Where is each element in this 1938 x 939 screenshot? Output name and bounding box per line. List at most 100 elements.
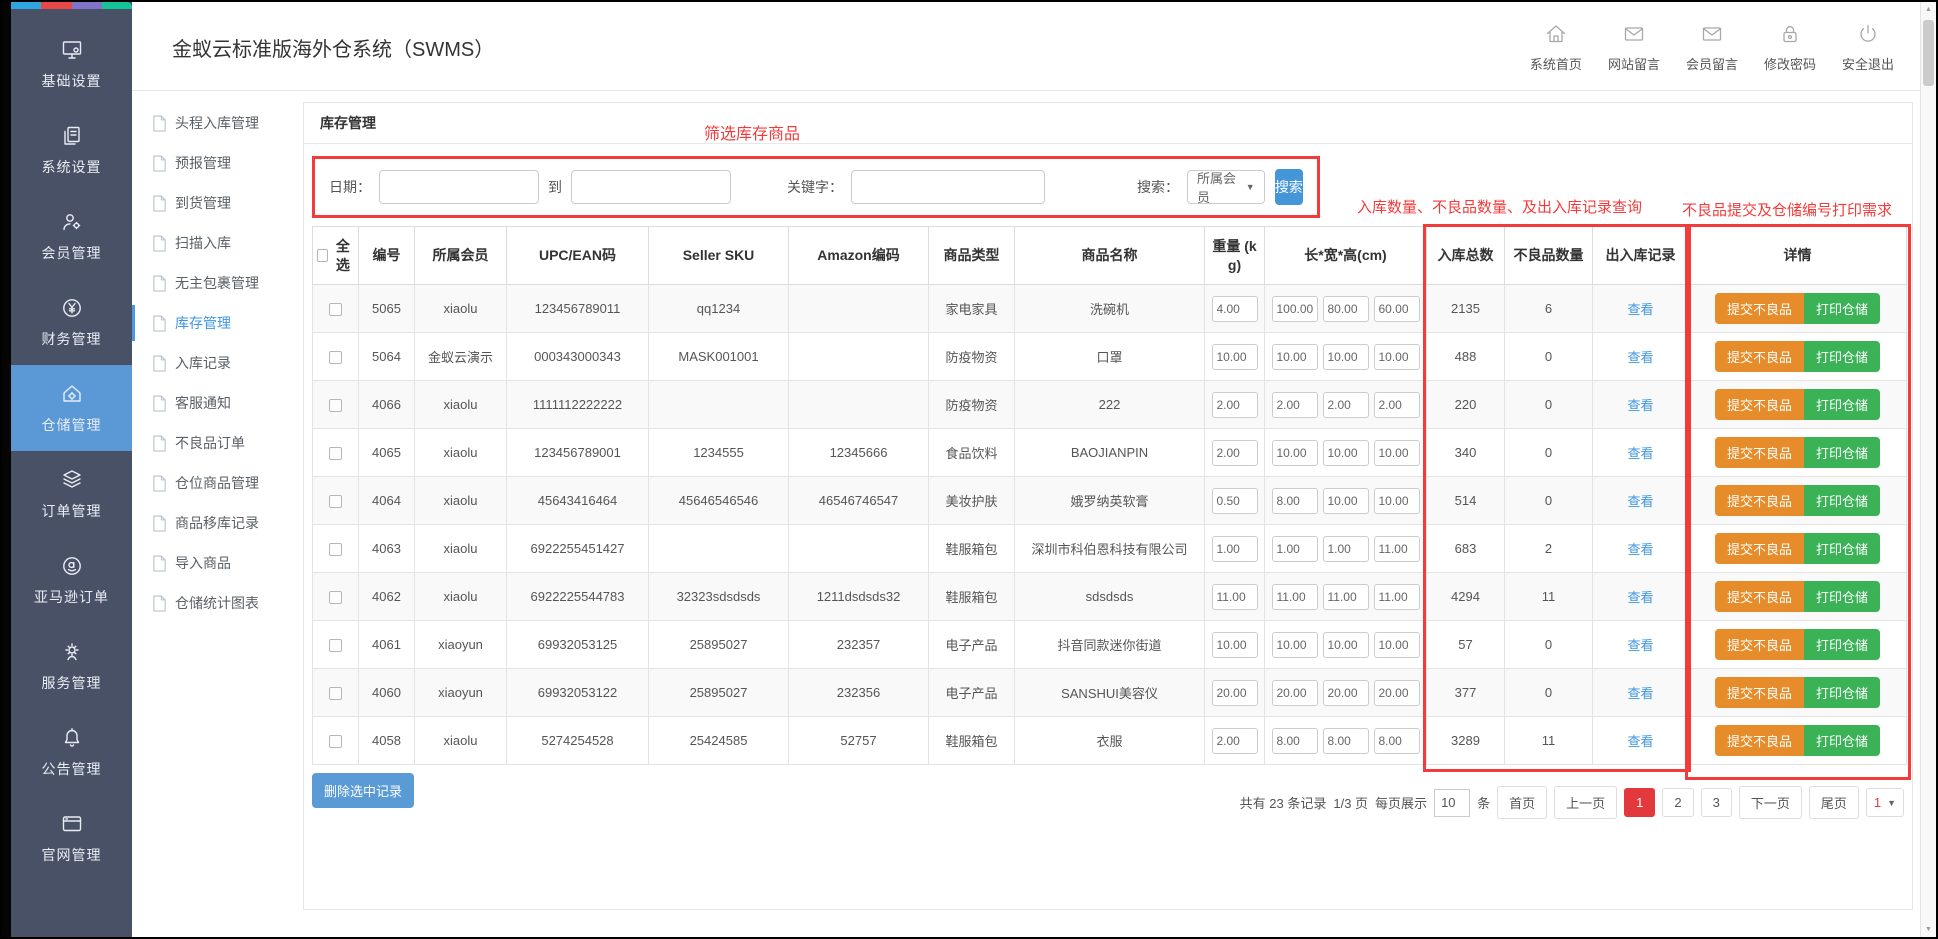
submenu-item-unclaimed-packages[interactable]: 无主包裹管理	[132, 263, 295, 303]
search-button[interactable]: 搜索	[1275, 169, 1303, 205]
first-page-button[interactable]: 首页	[1497, 786, 1547, 819]
width-input[interactable]	[1323, 584, 1369, 610]
view-record-link[interactable]: 查看	[1627, 446, 1653, 461]
length-input[interactable]	[1272, 680, 1318, 706]
row-checkbox[interactable]	[329, 591, 342, 604]
sidebar-item-amazon-orders[interactable]: 亚马逊订单	[11, 537, 132, 623]
view-record-link[interactable]: 查看	[1627, 398, 1653, 413]
submit-defective-button[interactable]: 提交不良品	[1715, 581, 1804, 612]
sidebar-item-system-settings[interactable]: 系统设置	[11, 107, 132, 193]
length-input[interactable]	[1272, 536, 1318, 562]
header-link-logout[interactable]: 安全退出	[1842, 22, 1894, 73]
weight-input[interactable]	[1212, 296, 1258, 322]
height-input[interactable]	[1374, 680, 1420, 706]
submit-defective-button[interactable]: 提交不良品	[1715, 437, 1804, 468]
submenu-item-import-products[interactable]: 导入商品	[132, 543, 295, 583]
scroll-down-arrow[interactable]: ▼	[1921, 926, 1936, 933]
submit-defective-button[interactable]: 提交不良品	[1715, 341, 1804, 372]
delete-selected-button[interactable]: 删除选中记录	[312, 773, 414, 808]
submit-defective-button[interactable]: 提交不良品	[1715, 725, 1804, 756]
date-to-input[interactable]	[571, 170, 731, 204]
view-record-link[interactable]: 查看	[1627, 542, 1653, 557]
view-record-link[interactable]: 查看	[1627, 590, 1653, 605]
height-input[interactable]	[1374, 584, 1420, 610]
header-link-change-password[interactable]: 修改密码	[1764, 22, 1816, 73]
width-input[interactable]	[1323, 536, 1369, 562]
width-input[interactable]	[1323, 488, 1369, 514]
page-button-2[interactable]: 2	[1662, 788, 1693, 817]
last-page-button[interactable]: 尾页	[1809, 786, 1859, 819]
submenu-item-first-leg-inbound[interactable]: 头程入库管理	[132, 103, 295, 143]
sidebar-item-basic-settings[interactable]: 基础设置	[11, 21, 132, 107]
per-page-input[interactable]	[1434, 789, 1470, 817]
view-record-link[interactable]: 查看	[1627, 350, 1653, 365]
submenu-item-forecast[interactable]: 预报管理	[132, 143, 295, 183]
submit-defective-button[interactable]: 提交不良品	[1715, 485, 1804, 516]
print-storage-button[interactable]: 打印仓储	[1804, 341, 1880, 372]
weight-input[interactable]	[1212, 536, 1258, 562]
height-input[interactable]	[1374, 344, 1420, 370]
submit-defective-button[interactable]: 提交不良品	[1715, 533, 1804, 564]
row-checkbox[interactable]	[329, 543, 342, 556]
submenu-item-inventory[interactable]: 库存管理	[132, 303, 295, 343]
weight-input[interactable]	[1212, 488, 1258, 514]
width-input[interactable]	[1323, 440, 1369, 466]
submenu-item-scan-inbound[interactable]: 扫描入库	[132, 223, 295, 263]
print-storage-button[interactable]: 打印仓储	[1804, 725, 1880, 756]
print-storage-button[interactable]: 打印仓储	[1804, 629, 1880, 660]
width-input[interactable]	[1323, 344, 1369, 370]
width-input[interactable]	[1323, 296, 1369, 322]
width-input[interactable]	[1323, 632, 1369, 658]
sidebar-item-finance-management[interactable]: 财务管理	[11, 279, 132, 365]
sidebar-item-member-management[interactable]: 会员管理	[11, 193, 132, 279]
height-input[interactable]	[1374, 488, 1420, 514]
height-input[interactable]	[1374, 440, 1420, 466]
view-record-link[interactable]: 查看	[1627, 494, 1653, 509]
length-input[interactable]	[1272, 344, 1318, 370]
print-storage-button[interactable]: 打印仓储	[1804, 533, 1880, 564]
submit-defective-button[interactable]: 提交不良品	[1715, 629, 1804, 660]
submit-defective-button[interactable]: 提交不良品	[1715, 293, 1804, 324]
row-checkbox[interactable]	[329, 687, 342, 700]
page-jump-select[interactable]: 1 ▼	[1866, 788, 1904, 817]
submenu-item-storage-charts[interactable]: 仓储统计图表	[132, 583, 295, 623]
sidebar-item-website-management[interactable]: 官网管理	[11, 795, 132, 881]
width-input[interactable]	[1323, 392, 1369, 418]
view-record-link[interactable]: 查看	[1627, 734, 1653, 749]
height-input[interactable]	[1374, 392, 1420, 418]
row-checkbox[interactable]	[329, 351, 342, 364]
prev-page-button[interactable]: 上一页	[1554, 786, 1617, 819]
height-input[interactable]	[1374, 728, 1420, 754]
view-record-link[interactable]: 查看	[1627, 686, 1653, 701]
view-record-link[interactable]: 查看	[1627, 302, 1653, 317]
row-checkbox[interactable]	[329, 735, 342, 748]
weight-input[interactable]	[1212, 344, 1258, 370]
print-storage-button[interactable]: 打印仓储	[1804, 677, 1880, 708]
width-input[interactable]	[1323, 680, 1369, 706]
row-checkbox[interactable]	[329, 303, 342, 316]
submit-defective-button[interactable]: 提交不良品	[1715, 389, 1804, 420]
height-input[interactable]	[1374, 632, 1420, 658]
next-page-button[interactable]: 下一页	[1739, 786, 1802, 819]
submenu-item-defective-orders[interactable]: 不良品订单	[132, 423, 295, 463]
height-input[interactable]	[1374, 296, 1420, 322]
page-button-1[interactable]: 1	[1624, 788, 1655, 817]
date-from-input[interactable]	[379, 170, 539, 204]
submenu-item-inbound-records[interactable]: 入库记录	[132, 343, 295, 383]
submenu-item-service-notice[interactable]: 客服通知	[132, 383, 295, 423]
header-link-home[interactable]: 系统首页	[1530, 22, 1582, 73]
row-checkbox[interactable]	[329, 639, 342, 652]
length-input[interactable]	[1272, 632, 1318, 658]
select-all-checkbox[interactable]	[317, 249, 328, 262]
length-input[interactable]	[1272, 296, 1318, 322]
weight-input[interactable]	[1212, 392, 1258, 418]
print-storage-button[interactable]: 打印仓储	[1804, 485, 1880, 516]
weight-input[interactable]	[1212, 584, 1258, 610]
length-input[interactable]	[1272, 392, 1318, 418]
print-storage-button[interactable]: 打印仓储	[1804, 389, 1880, 420]
height-input[interactable]	[1374, 536, 1420, 562]
sidebar-item-order-management[interactable]: 订单管理	[11, 451, 132, 537]
length-input[interactable]	[1272, 728, 1318, 754]
scrollbar-thumb[interactable]	[1923, 20, 1934, 86]
member-select[interactable]: 所属会员 ▼	[1187, 170, 1265, 204]
